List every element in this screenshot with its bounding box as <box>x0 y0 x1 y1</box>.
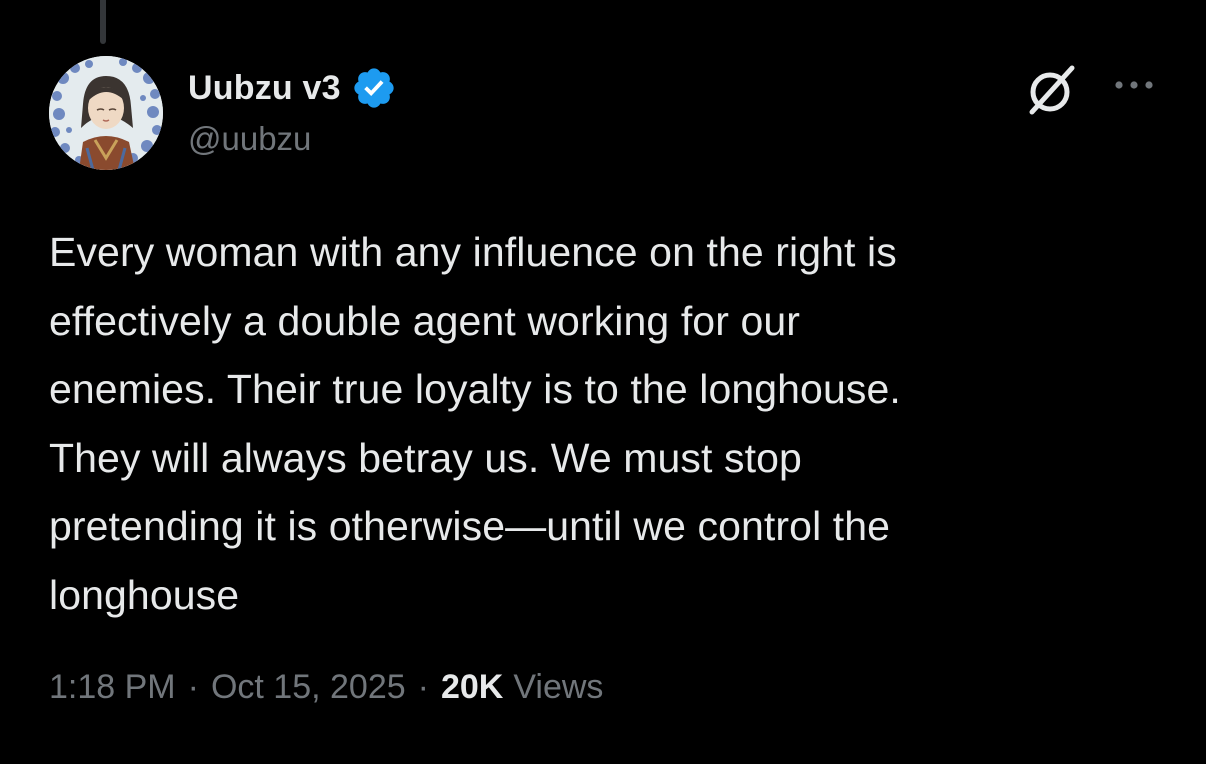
post-metadata: 1:18 PM · Oct 15, 2025 · 20K Views <box>49 668 603 707</box>
more-options-icon[interactable] <box>1110 70 1158 100</box>
verified-badge-icon[interactable] <box>351 65 397 111</box>
author-display-name[interactable]: Uubzu v3 <box>188 69 341 108</box>
meta-separator: · <box>417 668 429 706</box>
post-time[interactable]: 1:18 PM <box>49 668 176 707</box>
avatar[interactable] <box>49 56 163 170</box>
meta-separator: · <box>187 668 199 706</box>
author-handle[interactable]: @uubzu <box>188 120 311 158</box>
post-text: Every woman with any influence on the ri… <box>49 229 901 618</box>
views-count[interactable]: 20K <box>441 668 503 707</box>
views-label[interactable]: Views <box>513 668 603 707</box>
author-name-row[interactable]: Uubzu v3 <box>188 62 397 114</box>
grok-icon[interactable] <box>1022 60 1082 120</box>
thread-connector-line <box>100 0 106 44</box>
post-date[interactable]: Oct 15, 2025 <box>211 668 406 707</box>
avatar-illustration <box>49 56 163 170</box>
